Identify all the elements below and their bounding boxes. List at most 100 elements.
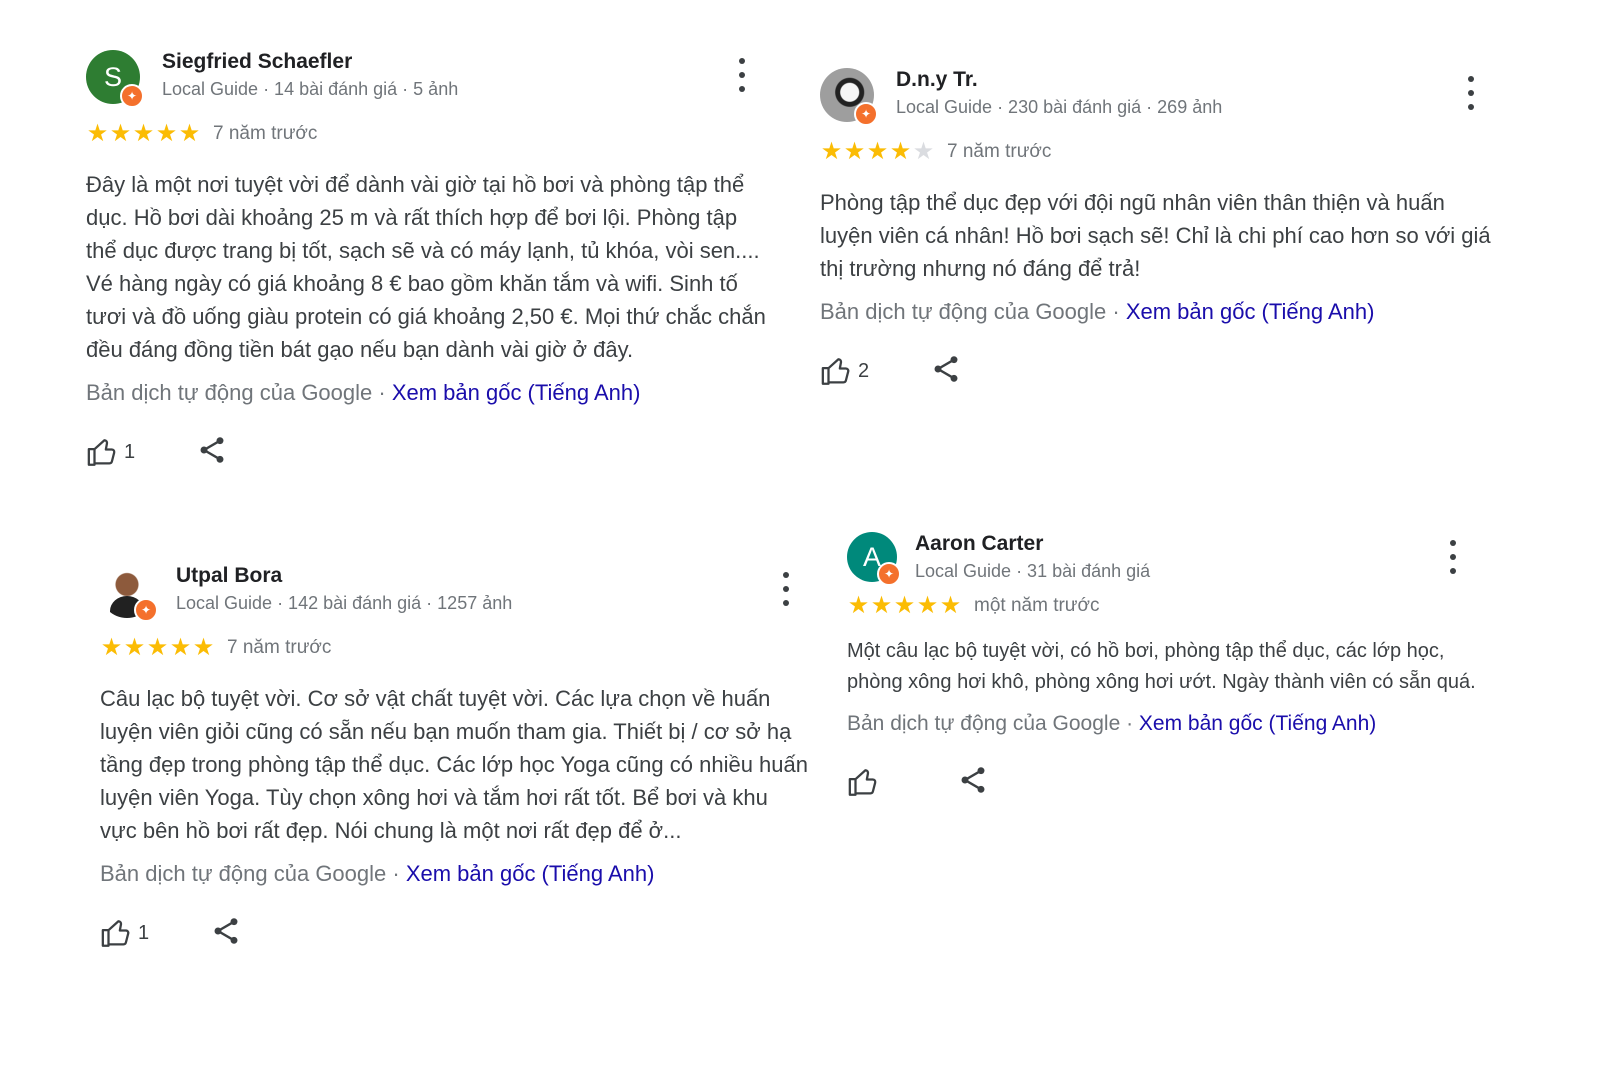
- translation-label: Bản dịch tự động của Google ·: [86, 380, 392, 405]
- reviewer-name[interactable]: Utpal Bora: [176, 564, 282, 588]
- rating-row: ★ ★ ★ ★ ★ 7 năm trước: [100, 634, 810, 662]
- like-count: 1: [124, 440, 136, 463]
- star-filled-icon: ★: [178, 120, 201, 147]
- more-vert-icon[interactable]: [780, 572, 792, 606]
- view-original-link[interactable]: Xem bản gốc (Tiếng Anh): [406, 861, 655, 886]
- review-text: Câu lạc bộ tuyệt vời. Cơ sở vật chất tuy…: [100, 686, 808, 843]
- reviewer-meta: Local Guide · 31 bài đánh giá: [915, 561, 1151, 581]
- thumbs-up-icon: [848, 769, 877, 796]
- review-text: Đây là một nơi tuyệt vời để dành vài giờ…: [86, 172, 766, 362]
- share-button[interactable]: [196, 434, 228, 471]
- translation-label: Bản dịch tự động của Google ·: [100, 861, 406, 886]
- translation-label: Bản dịch tự động của Google ·: [820, 299, 1126, 324]
- star-filled-icon: ★: [843, 138, 866, 165]
- reviewer-meta: Local Guide · 14 bài đánh giá · 5 ảnh: [162, 79, 459, 99]
- reviewer-name[interactable]: Aaron Carter: [915, 532, 1043, 556]
- share-button[interactable]: [930, 353, 962, 390]
- translation-label: Bản dịch tự động của Google ·: [847, 712, 1139, 735]
- more-vert-icon[interactable]: [1447, 540, 1459, 574]
- rating-row: ★ ★ ★ ★ ★ một năm trước: [847, 592, 1477, 620]
- star-filled-icon: ★: [146, 634, 169, 661]
- translation-note: Bản dịch tự động của Google · Xem bản gố…: [86, 380, 766, 406]
- like-button[interactable]: 2: [820, 354, 874, 388]
- reviewer-name[interactable]: Siegfried Schaefler: [162, 50, 352, 74]
- review-header: ✦ D.n.y Tr. Local Guide · 230 bài đánh g…: [820, 66, 1495, 126]
- star-filled-icon: ★: [847, 592, 870, 619]
- reviewer-meta: Local Guide · 230 bài đánh giá · 269 ảnh: [896, 97, 1223, 117]
- translation-note: Bản dịch tự động của Google · Xem bản gố…: [847, 712, 1477, 736]
- star-empty-icon: ★: [912, 138, 935, 165]
- star-rating: ★ ★ ★ ★ ★: [86, 122, 201, 146]
- local-guide-badge-icon: ✦: [120, 84, 144, 108]
- review-time: 7 năm trước: [227, 637, 332, 658]
- review-time: một năm trước: [974, 595, 1100, 616]
- reviewer-name[interactable]: D.n.y Tr.: [896, 68, 978, 92]
- star-filled-icon: ★: [155, 120, 178, 147]
- translation-note: Bản dịch tự động của Google · Xem bản gố…: [820, 299, 1495, 325]
- review-actions: 2: [820, 351, 1495, 391]
- more-vert-icon[interactable]: [736, 58, 748, 92]
- star-filled-icon: ★: [109, 120, 132, 147]
- translation-note: Bản dịch tự động của Google · Xem bản gố…: [100, 861, 810, 887]
- star-filled-icon: ★: [100, 634, 123, 661]
- avatar-letter: S: [103, 62, 122, 92]
- star-filled-icon: ★: [893, 592, 916, 619]
- star-filled-icon: ★: [123, 634, 146, 661]
- thumbs-up-icon: [87, 439, 116, 466]
- review-actions: 1: [86, 432, 766, 472]
- more-vert-icon[interactable]: [1465, 76, 1477, 110]
- review-card: S ✦ Siegfried Schaefler Local Guide · 14…: [86, 48, 766, 472]
- view-original-link[interactable]: Xem bản gốc (Tiếng Anh): [1126, 299, 1375, 324]
- share-button[interactable]: [210, 915, 242, 952]
- thumbs-up-icon: [821, 358, 850, 385]
- review-actions: [847, 762, 1477, 802]
- review-text: Phòng tập thể dục đẹp với đội ngũ nhân v…: [820, 190, 1491, 281]
- like-count: 2: [858, 359, 870, 382]
- like-button[interactable]: 1: [100, 916, 154, 950]
- avatar[interactable]: ✦: [820, 68, 878, 126]
- review-time: 7 năm trước: [947, 141, 1052, 162]
- star-filled-icon: ★: [870, 592, 893, 619]
- star-filled-icon: ★: [820, 138, 843, 165]
- rating-row: ★ ★ ★ ★ ★ 7 năm trước: [86, 120, 766, 148]
- like-button[interactable]: [847, 765, 901, 799]
- review-card: A ✦ Aaron Carter Local Guide · 31 bài đá…: [847, 530, 1477, 802]
- star-filled-icon: ★: [916, 592, 939, 619]
- share-icon: [961, 766, 985, 793]
- local-guide-badge-icon: ✦: [877, 562, 901, 586]
- avatar[interactable]: ✦: [100, 564, 158, 622]
- star-rating: ★ ★ ★ ★ ★: [847, 594, 962, 618]
- review-time: 7 năm trước: [213, 123, 318, 144]
- view-original-link[interactable]: Xem bản gốc (Tiếng Anh): [392, 380, 641, 405]
- review-header: ✦ Utpal Bora Local Guide · 142 bài đánh …: [100, 562, 810, 622]
- star-filled-icon: ★: [169, 634, 192, 661]
- star-rating: ★ ★ ★ ★ ★: [820, 140, 935, 164]
- review-header: A ✦ Aaron Carter Local Guide · 31 bài đá…: [847, 530, 1477, 590]
- local-guide-badge-icon: ✦: [854, 102, 878, 126]
- star-rating: ★ ★ ★ ★ ★: [100, 636, 215, 660]
- share-button[interactable]: [957, 764, 989, 801]
- reviewer-meta: Local Guide · 142 bài đánh giá · 1257 ản…: [176, 593, 513, 613]
- star-filled-icon: ★: [132, 120, 155, 147]
- star-filled-icon: ★: [866, 138, 889, 165]
- avatar[interactable]: A ✦: [847, 532, 901, 586]
- thumbs-up-icon: [101, 920, 130, 947]
- review-card: ✦ D.n.y Tr. Local Guide · 230 bài đánh g…: [820, 66, 1495, 391]
- review-text: Một câu lạc bộ tuyệt vời, có hồ bơi, phò…: [847, 640, 1476, 693]
- star-filled-icon: ★: [86, 120, 109, 147]
- share-icon: [934, 355, 958, 382]
- view-original-link[interactable]: Xem bản gốc (Tiếng Anh): [1139, 712, 1376, 735]
- avatar[interactable]: S ✦: [86, 50, 144, 108]
- local-guide-badge-icon: ✦: [134, 598, 158, 622]
- rating-row: ★ ★ ★ ★ ★ 7 năm trước: [820, 138, 1495, 166]
- review-header: S ✦ Siegfried Schaefler Local Guide · 14…: [86, 48, 766, 108]
- like-button[interactable]: 1: [86, 435, 140, 469]
- star-filled-icon: ★: [192, 634, 215, 661]
- star-filled-icon: ★: [889, 138, 912, 165]
- share-icon: [200, 436, 224, 463]
- review-actions: 1: [100, 913, 810, 953]
- share-icon: [214, 917, 238, 944]
- review-card: ✦ Utpal Bora Local Guide · 142 bài đánh …: [100, 562, 810, 953]
- star-filled-icon: ★: [939, 592, 962, 619]
- like-count: 1: [138, 921, 150, 944]
